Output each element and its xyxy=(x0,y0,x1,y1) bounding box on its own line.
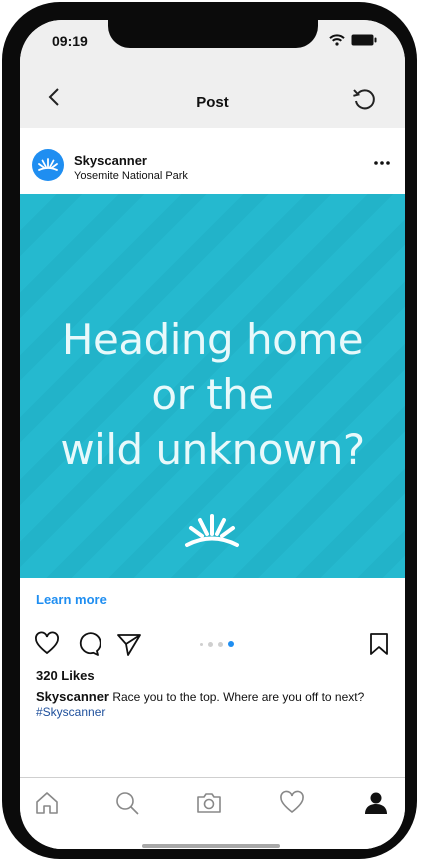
skyscanner-logo-icon xyxy=(38,158,58,171)
skyscanner-logo-icon xyxy=(185,514,239,547)
more-options-icon[interactable] xyxy=(373,160,391,166)
media-headline: Heading home or the wild unknown? xyxy=(20,312,405,477)
headline-line: wild unknown? xyxy=(60,425,365,474)
home-indicator xyxy=(142,844,280,848)
likes-count[interactable]: 320 Likes xyxy=(36,668,95,683)
search-icon[interactable] xyxy=(114,790,140,816)
profile-icon[interactable] xyxy=(363,790,389,816)
refresh-icon[interactable] xyxy=(351,86,377,112)
carousel-dot xyxy=(200,642,203,646)
caption-author[interactable]: Skyscanner xyxy=(36,689,109,704)
comment-icon[interactable] xyxy=(75,631,101,657)
post-actions xyxy=(20,620,405,666)
screen: 09:19 Post Skyscanner Yosemite National … xyxy=(20,20,405,849)
carousel-dot xyxy=(208,641,213,647)
battery-icon xyxy=(351,34,377,46)
send-icon[interactable] xyxy=(116,631,142,657)
post-header: Skyscanner Yosemite National Park xyxy=(20,128,405,194)
camera-icon[interactable] xyxy=(196,790,222,816)
tab-bar xyxy=(20,777,405,849)
heart-icon[interactable] xyxy=(279,790,305,816)
learn-more-link[interactable]: Learn more xyxy=(36,592,107,607)
carousel-dot-active xyxy=(228,641,234,647)
wifi-icon xyxy=(329,34,345,46)
carousel-dot xyxy=(218,641,223,647)
account-location[interactable]: Yosemite National Park xyxy=(74,170,188,182)
phone-frame: 09:19 Post Skyscanner Yosemite National … xyxy=(2,2,417,859)
avatar[interactable] xyxy=(32,149,64,181)
status-icons xyxy=(329,34,377,46)
post-media[interactable]: Heading home or the wild unknown? xyxy=(20,194,405,578)
cta-bar: Learn more xyxy=(20,578,405,620)
hashtag-link[interactable]: #Skyscanner xyxy=(36,705,105,719)
home-icon[interactable] xyxy=(34,790,60,816)
caption-text: Race you to the top. Where are you off t… xyxy=(112,690,365,704)
account-name[interactable]: Skyscanner xyxy=(74,153,147,168)
headline-line: or the xyxy=(151,370,274,419)
bookmark-icon[interactable] xyxy=(366,631,392,657)
status-time: 09:19 xyxy=(52,33,88,49)
headline-line: Heading home xyxy=(61,315,364,364)
nav-bar: Post xyxy=(20,64,405,128)
caption: Skyscanner Race you to the top. Where ar… xyxy=(36,689,391,705)
page-title: Post xyxy=(196,94,229,111)
carousel-indicator xyxy=(200,641,234,647)
notch xyxy=(108,20,318,48)
heart-icon[interactable] xyxy=(34,631,60,657)
